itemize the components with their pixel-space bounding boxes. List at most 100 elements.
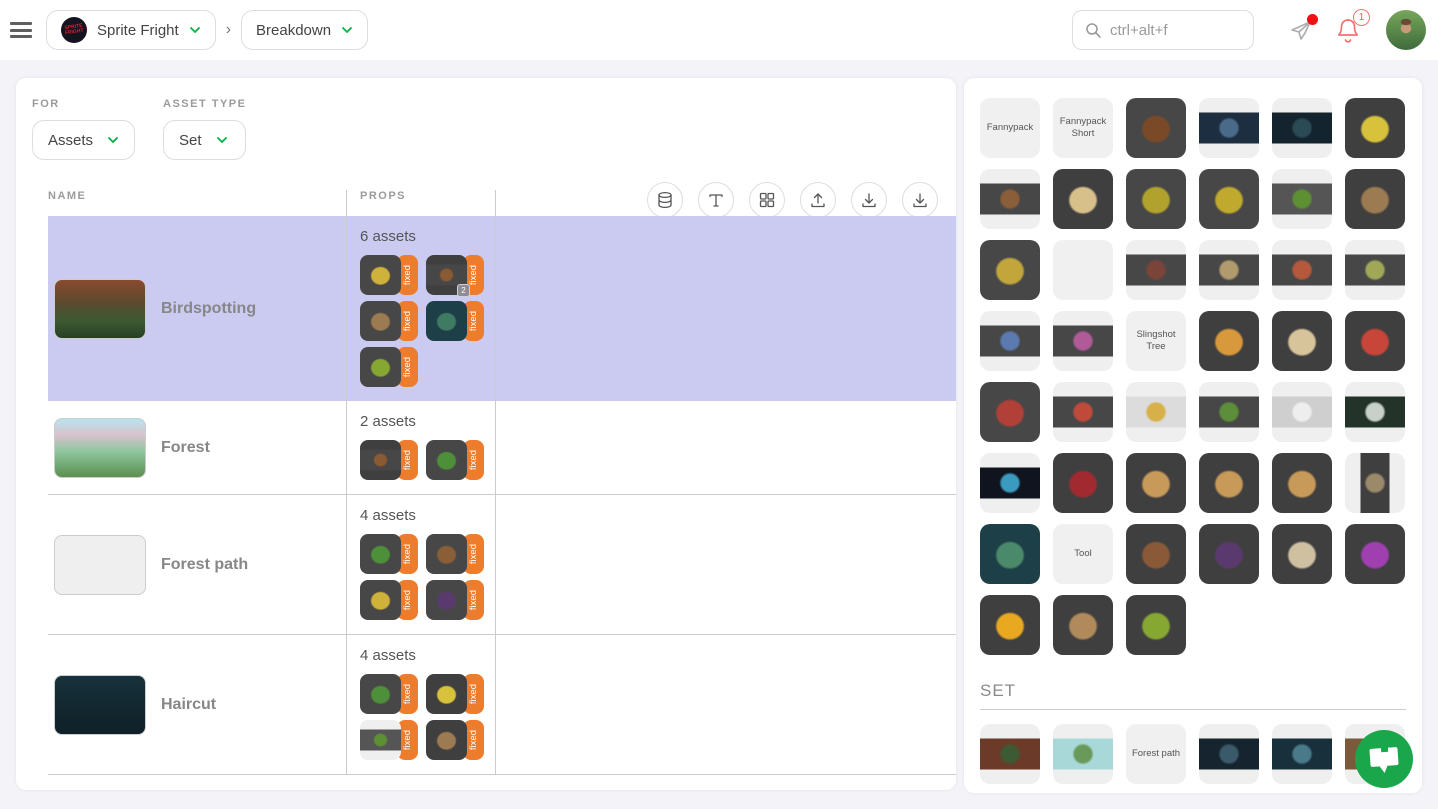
props-cell: 2 assetsfixedfixed [346,401,495,494]
set-preview-thumbnail[interactable] [54,279,146,339]
set-preview-thumbnail[interactable] [54,418,146,478]
asset-tile-tent[interactable] [1199,453,1259,513]
asset-chip-cricket-bat[interactable]: fixed [426,534,484,574]
asset-type-filter-select[interactable]: Set [163,120,246,160]
asset-chip-thorn-branch[interactable]: fixed [426,301,484,341]
asset-chip-pinecone[interactable]: fixed [426,720,484,760]
asset-chip-leaf[interactable]: fixed [360,534,418,574]
asset-tile-tweezers[interactable] [1126,169,1186,229]
page-selector[interactable]: Breakdown [241,10,368,50]
asset-tile-spray-can[interactable] [980,453,1040,513]
asset-tile-set-birdspotting[interactable] [980,724,1040,784]
search-box[interactable] [1072,10,1254,50]
asset-tile-snail[interactable] [1053,595,1113,655]
table-row[interactable]: Birdspotting6 assetsfixed2fixedfixedfixe… [48,216,956,401]
asset-tile-sleeping-bag-green[interactable] [1345,240,1405,300]
asset-tile-spiderweb-dark[interactable] [1345,382,1405,442]
asset-tile-sleeping-bag-blue[interactable] [980,311,1040,371]
hanging-flower-icon [360,580,401,620]
asset-tile-sausage[interactable] [1126,240,1186,300]
set-name-label[interactable]: Forest path [161,556,248,574]
project-name: Sprite Fright [97,22,179,39]
asset-tile-fannypack-short[interactable]: Fannypack Short [1053,98,1113,158]
thorn-branch-icon [426,301,467,341]
asset-tile-purple-flower[interactable] [1345,524,1405,584]
asset-tile-slingshot-tree[interactable]: Slingshot Tree [1126,311,1186,371]
set-preview-thumbnail[interactable] [54,675,146,735]
asset-tile-empty-tile[interactable] [1053,240,1113,300]
asset-tile-salt-stix-box[interactable] [1345,311,1405,371]
asset-tile-spiderweb-light[interactable] [1272,382,1332,442]
asset-tile-yellow-cable[interactable] [1199,169,1259,229]
asset-tile-tent-bag[interactable] [1345,453,1405,513]
asset-tile-tortilla-chips[interactable] [1126,382,1186,442]
table-row[interactable]: Forest 2 assetsfixedfixed [48,401,956,495]
asset-tile-lighter-fluid-can[interactable] [1345,98,1405,158]
asset-tile-fannypack[interactable]: Fannypack [980,98,1040,158]
set-preview-thumbnail[interactable] [54,535,146,595]
leaf-icon [360,534,401,574]
quick-send-button[interactable] [1289,18,1313,42]
chevron-down-icon [189,24,201,36]
set-name-label[interactable]: Birdspotting [161,300,256,318]
asset-chip-cucumber[interactable]: fixed [360,720,418,760]
asset-chip-leaf[interactable]: fixed [426,440,484,480]
asset-chip-lighter-fluid-can[interactable]: fixed [426,674,484,714]
chevron-down-icon [107,134,119,146]
asset-chip-squirrel[interactable]: 2fixed [426,255,484,295]
set-name-label[interactable]: Forest [161,439,210,457]
search-input[interactable] [1110,22,1230,39]
asset-tile-sleeping-bag-red[interactable] [1272,240,1332,300]
asset-tile-cucumber[interactable] [1272,169,1332,229]
asset-tile-tent-side[interactable] [1272,453,1332,513]
asset-tile-set-cave[interactable] [1272,724,1332,784]
asset-tile-bitten-leaf[interactable] [1199,382,1259,442]
asset-tile-scene-tree-dark[interactable] [1272,98,1332,158]
asset-tile-dandelion[interactable] [980,595,1040,655]
asset-tile-pancake-can[interactable] [1272,311,1332,371]
user-avatar[interactable] [1386,10,1426,50]
asset-tile-swiss-army-knife[interactable] [1053,453,1113,513]
asset-chip-plums[interactable]: fixed [426,580,484,620]
props-tile-grid: FannypackFannypack Short Slingshot Tree To… [980,98,1406,655]
asset-tile-set-forest-night[interactable] [1199,724,1259,784]
asset-tile-plums[interactable] [1199,524,1259,584]
asset-tile-candy-bag[interactable] [1199,311,1259,371]
asset-tile-rope-coil[interactable] [980,240,1040,300]
asset-tile-sleeping-bag-pink[interactable] [1053,311,1113,371]
asset-chip-leaf[interactable]: fixed [360,674,418,714]
asset-tile-driftwood-log[interactable] [980,169,1040,229]
project-selector[interactable]: SPRITE FRIGHT Sprite Fright [46,10,216,50]
asset-tile-pretzel-bag[interactable] [980,382,1040,442]
notifications-button[interactable]: 1 [1335,17,1361,44]
asset-tile-stick[interactable] [1126,524,1186,584]
table-row[interactable]: Haircut4 assetsfixedfixedfixedfixed [48,635,956,775]
asset-chip-clover[interactable]: fixed [360,347,418,387]
notification-dot [1307,14,1318,25]
asset-chip-squirrel[interactable]: fixed [360,440,418,480]
asset-tile-eggshell[interactable] [1272,524,1332,584]
for-filter-select[interactable]: Assets [32,120,135,160]
asset-chip-pinecone[interactable]: fixed [360,301,418,341]
asset-tile-clover[interactable] [1126,595,1186,655]
table-row[interactable]: Forest path4 assetsfixedfixedfixedfixed [48,495,956,635]
asset-tile-pinecone[interactable] [1345,169,1405,229]
chat-button[interactable] [1355,730,1413,788]
asset-tile-tool[interactable]: Tool [1053,524,1113,584]
asset-tile-notepad[interactable] [1053,169,1113,229]
asset-tile-branch-with-leaves[interactable] [1126,98,1186,158]
asset-tile-set-forest[interactable] [1053,724,1113,784]
table-body: Birdspotting6 assetsfixed2fixedfixedfixe… [16,216,956,775]
asset-tile-firecracker[interactable] [1053,382,1113,442]
asset-tile-tent-collapsed[interactable] [1126,453,1186,513]
asset-tile-thorn-branch[interactable] [980,524,1040,584]
asset-chip-hanging-flower[interactable]: fixed [360,580,418,620]
menu-icon[interactable] [10,22,32,38]
asset-chip-hanging-flower[interactable]: fixed [360,255,418,295]
set-name-label[interactable]: Haircut [161,696,216,714]
asset-type-filter-label: ASSET TYPE [163,98,246,110]
asset-tile-sleeping-bag-tan[interactable] [1199,240,1259,300]
asset-tile-scene-hand-dark[interactable] [1199,98,1259,158]
row-filler [495,401,956,494]
asset-tile-set-forest-path[interactable]: Forest path [1126,724,1186,784]
